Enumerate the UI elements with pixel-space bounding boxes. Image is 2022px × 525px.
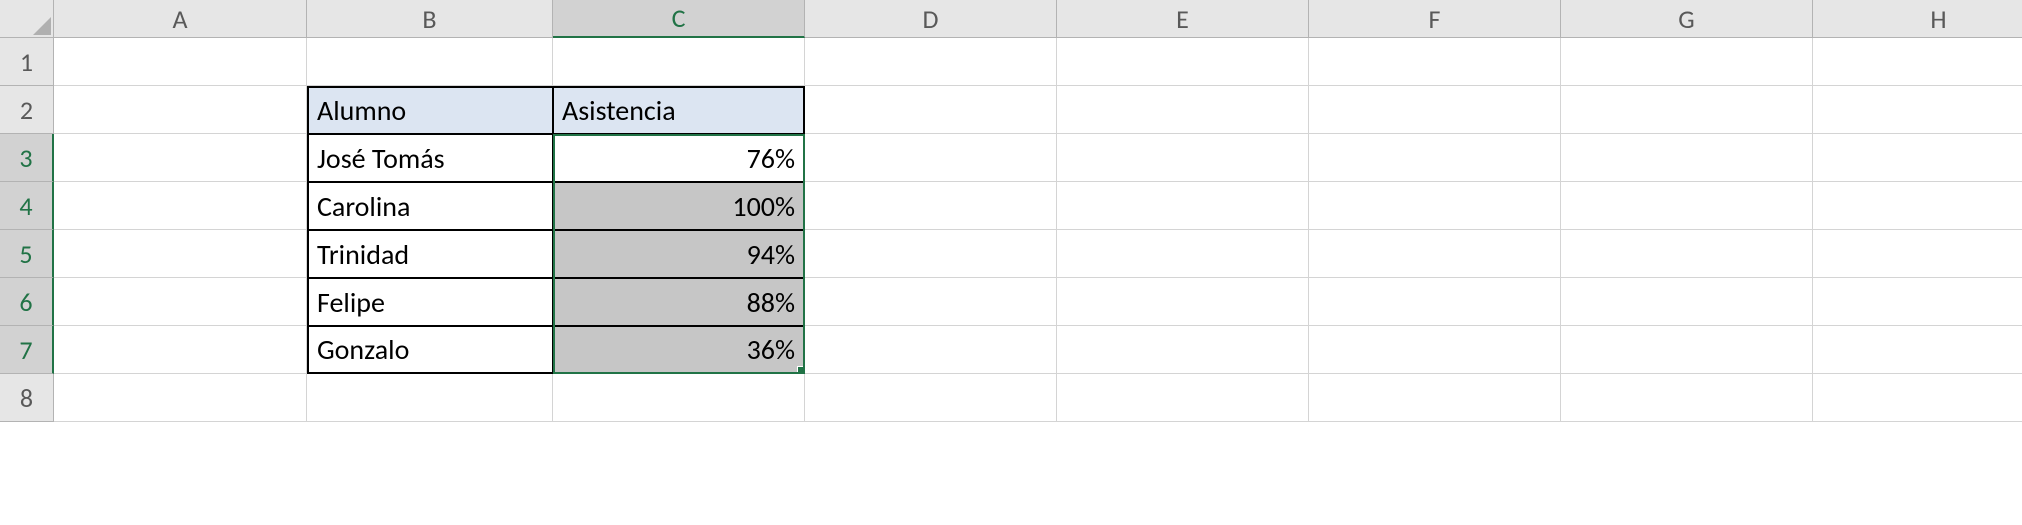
cell-B8[interactable] [307,374,553,422]
cell-E3[interactable] [1057,134,1309,182]
cell-F2[interactable] [1309,86,1561,134]
cell-H2[interactable] [1813,86,2022,134]
cell-B7[interactable]: Gonzalo [307,326,553,374]
cell-H1[interactable] [1813,38,2022,86]
cell-H6[interactable] [1813,278,2022,326]
cell-C5[interactable]: 94% [553,230,805,278]
cell-B3[interactable]: José Tomás [307,134,553,182]
cell-E5[interactable] [1057,230,1309,278]
cell-B4[interactable]: Carolina [307,182,553,230]
cell-C8[interactable] [553,374,805,422]
cell-E4[interactable] [1057,182,1309,230]
cell-A7[interactable] [54,326,307,374]
cell-D7[interactable] [805,326,1057,374]
select-all-corner[interactable] [0,0,54,38]
cell-H5[interactable] [1813,230,2022,278]
cell-F8[interactable] [1309,374,1561,422]
spreadsheet-grid[interactable]: A B C D E F G H 1 2 Alumno Asistencia 3 … [0,0,2022,422]
cell-B2-alumno-header[interactable]: Alumno [307,86,553,134]
col-header-H[interactable]: H [1813,0,2022,38]
cell-E6[interactable] [1057,278,1309,326]
cell-F3[interactable] [1309,134,1561,182]
cell-D3[interactable] [805,134,1057,182]
cell-A5[interactable] [54,230,307,278]
cell-E7[interactable] [1057,326,1309,374]
row-header-7[interactable]: 7 [0,326,54,374]
cell-H7[interactable] [1813,326,2022,374]
cell-A8[interactable] [54,374,307,422]
cell-C6[interactable]: 88% [553,278,805,326]
cell-A6[interactable] [54,278,307,326]
cell-B1[interactable] [307,38,553,86]
cell-A3[interactable] [54,134,307,182]
col-header-G[interactable]: G [1561,0,1813,38]
cell-D1[interactable] [805,38,1057,86]
row-header-2[interactable]: 2 [0,86,54,134]
row-header-4[interactable]: 4 [0,182,54,230]
cell-C3[interactable]: 76% [553,134,805,182]
col-header-A[interactable]: A [54,0,307,38]
cell-H8[interactable] [1813,374,2022,422]
cell-F1[interactable] [1309,38,1561,86]
cell-D4[interactable] [805,182,1057,230]
cell-G5[interactable] [1561,230,1813,278]
cell-G2[interactable] [1561,86,1813,134]
cell-C2-asistencia-header[interactable]: Asistencia [553,86,805,134]
cell-A1[interactable] [54,38,307,86]
cell-G3[interactable] [1561,134,1813,182]
row-header-6[interactable]: 6 [0,278,54,326]
cell-G4[interactable] [1561,182,1813,230]
cell-G6[interactable] [1561,278,1813,326]
cell-E1[interactable] [1057,38,1309,86]
cell-C1[interactable] [553,38,805,86]
cell-G8[interactable] [1561,374,1813,422]
cell-H3[interactable] [1813,134,2022,182]
cell-B5[interactable]: Trinidad [307,230,553,278]
row-header-3[interactable]: 3 [0,134,54,182]
col-header-E[interactable]: E [1057,0,1309,38]
spreadsheet-container: A B C D E F G H 1 2 Alumno Asistencia 3 … [0,0,2022,422]
row-header-1[interactable]: 1 [0,38,54,86]
cell-C4[interactable]: 100% [553,182,805,230]
col-header-F[interactable]: F [1309,0,1561,38]
cell-D5[interactable] [805,230,1057,278]
cell-F4[interactable] [1309,182,1561,230]
col-header-B[interactable]: B [307,0,553,38]
cell-E2[interactable] [1057,86,1309,134]
cell-D8[interactable] [805,374,1057,422]
cell-G1[interactable] [1561,38,1813,86]
cell-F7[interactable] [1309,326,1561,374]
cell-B6[interactable]: Felipe [307,278,553,326]
row-header-5[interactable]: 5 [0,230,54,278]
col-header-C[interactable]: C [553,0,805,38]
cell-C7[interactable]: 36% [553,326,805,374]
cell-F5[interactable] [1309,230,1561,278]
cell-H4[interactable] [1813,182,2022,230]
cell-F6[interactable] [1309,278,1561,326]
col-header-D[interactable]: D [805,0,1057,38]
cell-D2[interactable] [805,86,1057,134]
row-header-8[interactable]: 8 [0,374,54,422]
cell-D6[interactable] [805,278,1057,326]
cell-G7[interactable] [1561,326,1813,374]
cell-E8[interactable] [1057,374,1309,422]
cell-A4[interactable] [54,182,307,230]
cell-A2[interactable] [54,86,307,134]
